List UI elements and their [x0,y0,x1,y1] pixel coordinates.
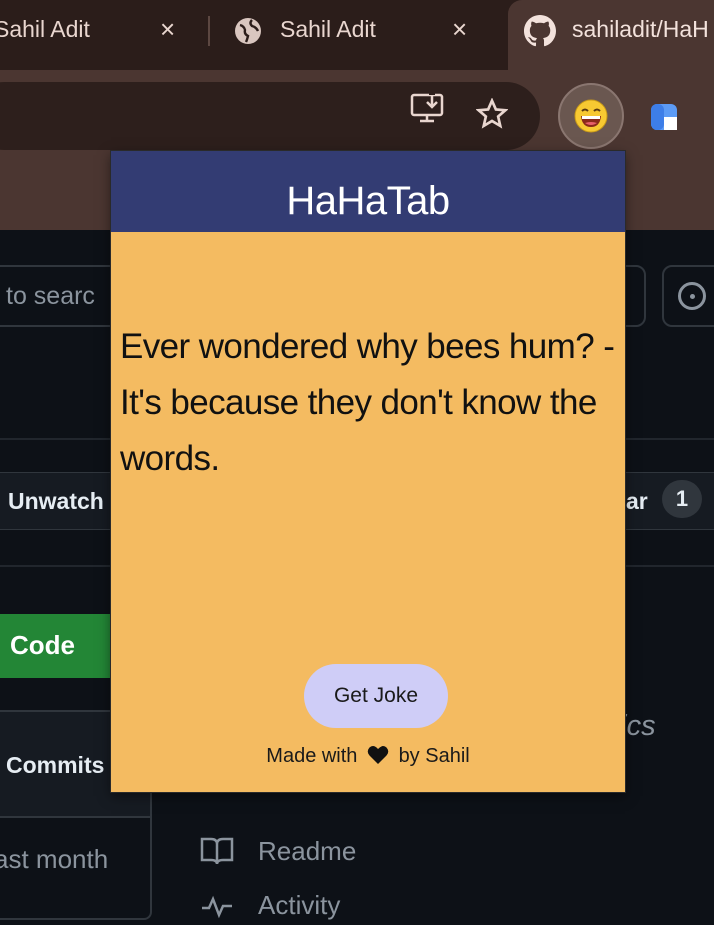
joke-text: Ever wondered why bees hum? - It's becau… [120,327,615,478]
laughing-face-icon [574,99,608,138]
install-app-icon[interactable] [410,92,446,129]
readme-link[interactable]: Readme [258,836,356,867]
activity-link[interactable]: Activity [258,890,340,921]
footer-suffix: by Sahil [398,745,470,767]
extension-popup: HaHaTab Ever wondered why bees hum? - It… [111,151,625,792]
github-icon [524,15,556,53]
divider [0,816,150,818]
popup-title: HaHaTab [286,179,450,223]
address-bar[interactable] [0,82,540,150]
commits-link[interactable]: Commits [6,752,104,779]
code-button-label: Code [10,630,75,660]
heart-icon [367,745,389,771]
copilot-button[interactable] [662,265,714,327]
star-button[interactable]: ar [626,488,648,515]
search-placeholder: to searc [6,282,95,310]
blue-extension-icon[interactable] [650,103,678,136]
tab-title: Sahil Adit [280,16,376,42]
code-button[interactable]: Code [0,614,120,678]
pulse-icon [200,890,234,925]
star-count-badge: 1 [662,480,702,518]
browser-tab[interactable]: Sahil Adit × [0,0,205,62]
book-icon [200,836,234,871]
commit-time: ast month [0,844,109,874]
hahatab-extension-button[interactable] [558,83,624,149]
footer-prefix: Made with [266,745,358,767]
tab-title: sahiladit/HaH [572,16,709,42]
close-tab-icon[interactable]: × [452,14,467,45]
popup-header: HaHaTab [111,151,625,232]
browser-tab-active[interactable]: sahiladit/HaH [508,0,714,70]
tab-strip: Sahil Adit × Sahil Adit × sahiladit/HaH [0,0,714,70]
tab-title: Sahil Adit [0,16,90,42]
bookmark-star-icon[interactable] [475,97,509,135]
close-tab-icon[interactable]: × [160,14,175,45]
tab-divider [208,16,210,46]
popup-footer: Made with by Sahil [111,745,625,771]
copilot-icon [678,282,706,310]
unwatch-button[interactable]: Unwatch [8,488,104,515]
globe-icon [234,17,262,51]
get-joke-button[interactable]: Get Joke [304,664,448,728]
browser-tab[interactable]: Sahil Adit × [214,0,494,62]
